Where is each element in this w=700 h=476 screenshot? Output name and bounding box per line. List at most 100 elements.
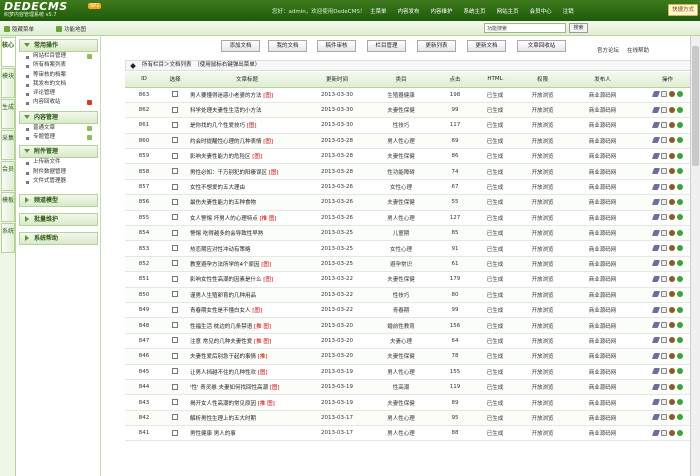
properties-icon[interactable] — [668, 383, 675, 390]
document-icon[interactable] — [660, 198, 667, 205]
row-select[interactable] — [163, 148, 187, 165]
row-category[interactable]: 性技巧 — [367, 287, 435, 303]
edit-icon[interactable] — [651, 168, 660, 175]
document-icon[interactable] — [660, 168, 667, 175]
row-title[interactable]: 让男人挡越不住的几种性欢 [图] — [187, 364, 307, 380]
row-title[interactable]: 影响女性性高潮的因素是什么 [图] — [187, 271, 307, 288]
row-title-link[interactable]: 最伤夫妻性能力的五种食物 — [190, 200, 256, 206]
row-select[interactable] — [163, 271, 187, 288]
preview-icon[interactable] — [676, 399, 683, 405]
row-title[interactable]: 警惕 吃得越多的会导致性早熟 — [187, 225, 307, 242]
quick-access-button[interactable]: 快捷方式 — [668, 4, 698, 16]
edit-icon[interactable] — [651, 368, 660, 375]
sidebar-item-attach-data[interactable]: 附件数据管理 — [17, 168, 100, 177]
row-title-link[interactable]: 警惕 吃得越多的会导致性早熟 — [190, 231, 263, 237]
properties-icon[interactable] — [668, 322, 675, 329]
row-checkbox[interactable] — [172, 383, 178, 390]
preview-icon[interactable] — [676, 368, 683, 375]
row-checkbox[interactable] — [172, 198, 178, 205]
sidebar-section-attachments[interactable]: 附件管理 — [19, 145, 98, 159]
row-title[interactable]: 热恋期应对性冲动有策略 — [187, 240, 307, 257]
row-title[interactable]: 是你找的几个性爱技巧 [图] — [187, 117, 307, 134]
tab-template[interactable]: 模板 — [1, 192, 15, 222]
edit-icon[interactable] — [651, 322, 660, 329]
properties-icon[interactable] — [668, 429, 675, 436]
properties-icon[interactable] — [668, 137, 675, 144]
nav-content-maintain[interactable]: 内容维护 — [431, 7, 453, 15]
edit-icon[interactable] — [651, 183, 660, 190]
row-checkbox[interactable] — [172, 106, 178, 113]
row-title-link[interactable]: 约会时提醒性心理的几种表情 — [190, 139, 262, 145]
preview-icon[interactable] — [676, 337, 683, 344]
preview-icon[interactable] — [676, 291, 683, 298]
row-category[interactable]: 性技巧 — [367, 117, 435, 134]
edit-icon[interactable] — [651, 352, 660, 359]
row-select[interactable] — [163, 179, 187, 196]
row-title-link[interactable]: 揭开女人性高潮的常见原因 — [190, 401, 256, 407]
document-icon[interactable] — [660, 214, 667, 221]
edit-icon[interactable] — [651, 429, 660, 436]
tab-generate[interactable]: 生成 — [1, 99, 15, 129]
row-select[interactable] — [163, 163, 187, 180]
row-checkbox[interactable] — [172, 414, 178, 421]
preview-icon[interactable] — [676, 152, 683, 159]
row-select[interactable] — [163, 87, 187, 103]
preview-icon[interactable] — [676, 306, 683, 313]
preview-icon[interactable] — [676, 229, 683, 236]
edit-icon[interactable] — [651, 337, 660, 344]
edit-icon[interactable] — [651, 91, 660, 98]
sidebar-section-content[interactable]: 内容管理 — [19, 110, 98, 124]
properties-icon[interactable] — [668, 106, 675, 113]
properties-icon[interactable] — [668, 183, 675, 190]
edit-icon[interactable] — [651, 245, 660, 252]
function-search-input[interactable] — [484, 23, 566, 33]
row-title[interactable]: 解析男性生理上的五大时期 — [187, 410, 307, 427]
preview-icon[interactable] — [676, 137, 683, 144]
row-title[interactable]: 性福生活 枕边的几条禁语 [推 图] — [187, 317, 307, 334]
tab-collect[interactable]: 采集 — [1, 130, 15, 160]
preview-icon[interactable] — [676, 414, 683, 421]
preview-icon[interactable] — [676, 91, 683, 98]
properties-icon[interactable] — [668, 152, 675, 159]
row-title-link[interactable]: 男人要懂得迷惑小老婆的方法 — [190, 93, 262, 99]
preview-icon[interactable] — [676, 352, 683, 359]
row-title-link[interactable]: 女性不想爱的五大理由 — [190, 185, 245, 191]
preview-icon[interactable] — [676, 322, 683, 329]
row-checkbox[interactable] — [172, 91, 178, 98]
edit-icon[interactable] — [651, 291, 660, 298]
preview-icon[interactable] — [676, 383, 683, 390]
row-title-link[interactable]: 影响女性性高潮的因素是什么 — [190, 277, 262, 283]
function-map-button[interactable]: 功能地图 — [56, 25, 86, 33]
row-select[interactable] — [163, 410, 187, 427]
sidebar-item-topics[interactable]: 专题管理 — [17, 133, 100, 142]
properties-icon[interactable] — [668, 168, 675, 175]
row-select[interactable] — [163, 348, 187, 365]
properties-icon[interactable] — [668, 275, 675, 282]
sidebar-item-file-manager[interactable]: 文件式管理器 — [17, 177, 100, 186]
row-category[interactable]: 夫妻性保健 — [367, 394, 435, 411]
row-checkbox[interactable] — [172, 260, 178, 267]
edit-icon[interactable] — [651, 121, 660, 128]
row-category[interactable]: 性功能障碍 — [367, 163, 435, 180]
row-category[interactable]: 夫妻性保健 — [367, 271, 435, 288]
document-icon[interactable] — [660, 383, 667, 390]
row-title-link[interactable]: 让男人挡越不住的几种性欢 — [190, 370, 256, 376]
row-checkbox[interactable] — [172, 168, 178, 175]
row-title[interactable]: '性' 青灵悬 夫妻如何找回性高潮 [图] — [187, 379, 307, 396]
scrollbar[interactable] — [690, 36, 700, 476]
properties-icon[interactable] — [668, 121, 675, 128]
edit-icon[interactable] — [651, 137, 660, 144]
tab-module[interactable]: 模块 — [1, 68, 15, 98]
row-select[interactable] — [163, 425, 187, 442]
update-list-button[interactable]: 更新列表 — [417, 40, 456, 52]
row-title[interactable]: 女性不想爱的五大理由 — [187, 179, 307, 196]
preview-icon[interactable] — [676, 121, 683, 128]
edit-icon[interactable] — [651, 198, 660, 205]
nav-system-home[interactable]: 系统主页 — [464, 7, 486, 15]
row-title-link[interactable]: 热恋期应对性冲动有策略 — [190, 247, 251, 253]
properties-icon[interactable] — [668, 245, 675, 252]
preview-icon[interactable] — [676, 245, 683, 252]
row-checkbox[interactable] — [172, 183, 178, 190]
document-icon[interactable] — [660, 183, 667, 190]
row-category[interactable]: 儿童期 — [367, 225, 435, 242]
